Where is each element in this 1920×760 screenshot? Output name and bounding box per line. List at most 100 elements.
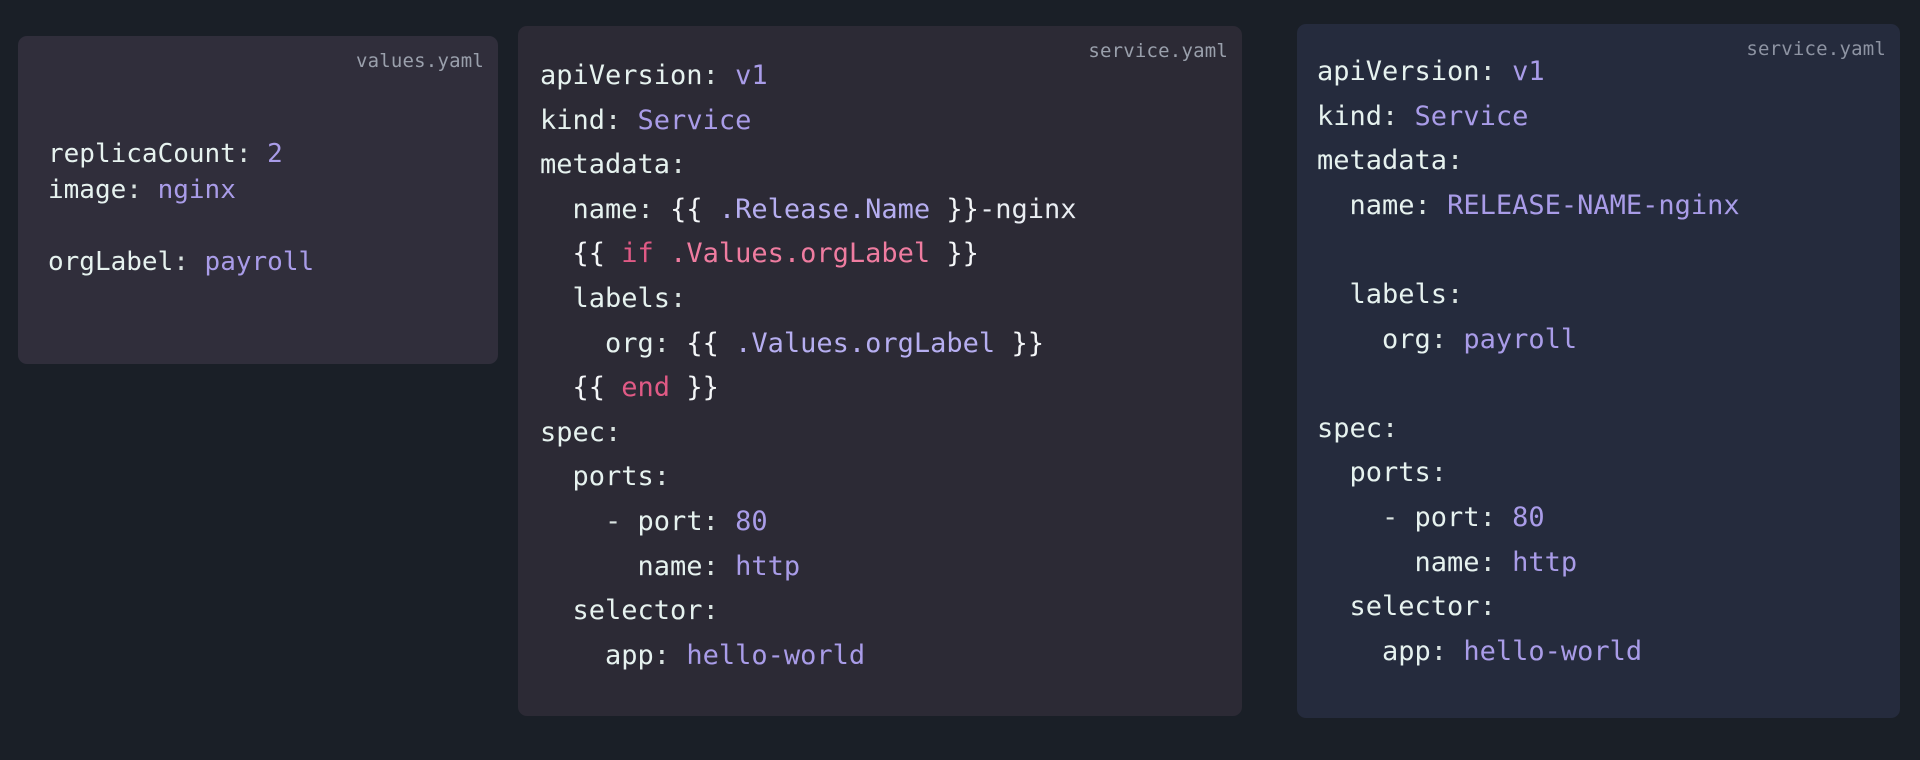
code-token: name [540, 550, 703, 582]
code-line: {{ end }} [540, 366, 1077, 411]
code-line: metadata: [1317, 139, 1740, 184]
code-line: metadata: [540, 143, 1077, 188]
code-token: }} [930, 193, 979, 225]
code-token: ports [1317, 457, 1431, 489]
code-token: end [621, 372, 671, 404]
code-line: kind: Service [540, 99, 1077, 144]
code-token: : [653, 327, 687, 359]
code-token: - [540, 505, 638, 537]
code-token: : [1447, 145, 1464, 177]
code-token: Service [1414, 100, 1529, 132]
code-line: apiVersion: v1 [1317, 50, 1740, 95]
code-token: : [1414, 189, 1448, 221]
code-block-values: replicaCount: 2image: nginx​orgLabel: pa… [48, 136, 314, 280]
code-line: apiVersion: v1 [540, 54, 1077, 99]
filename-label-rendered: service.yaml [1746, 38, 1886, 60]
code-line: spec: [1317, 407, 1740, 452]
code-token: hello-world [1463, 635, 1643, 667]
code-token: - [1317, 501, 1415, 533]
code-token: : [1430, 635, 1464, 667]
code-line: orgLabel: payroll [48, 244, 314, 280]
filename-label-template: service.yaml [1088, 40, 1228, 62]
screenshot-stage: values.yaml replicaCount: 2image: nginx​… [0, 0, 1920, 760]
code-token: kind [540, 104, 606, 136]
code-block-template: apiVersion: v1 kind: Service metadata: nam… [540, 54, 1077, 678]
code-token: 80 [735, 505, 768, 537]
code-line: ports: [1317, 451, 1740, 496]
code-token: http [1512, 546, 1578, 578]
code-line: name: http [1317, 541, 1740, 586]
panel-service-template: service.yaml apiVersion: v1 kind: Service… [518, 26, 1242, 716]
code-token: metadata [540, 149, 671, 181]
code-token: org [1317, 323, 1431, 355]
code-token: Service [637, 104, 752, 136]
code-token: selector [1317, 591, 1480, 623]
code-token: : [702, 60, 736, 91]
panel-values-yaml: values.yaml replicaCount: 2image: nginx​… [18, 36, 498, 364]
code-token: .Values.orgLabel [670, 238, 931, 270]
code-line: ports: [540, 455, 1077, 500]
code-token: app [1317, 635, 1431, 667]
code-token: if [621, 238, 654, 270]
code-token: : [1479, 501, 1513, 533]
code-token: selector [540, 595, 703, 627]
code-token: payroll [1463, 323, 1578, 355]
code-line: labels: [540, 277, 1077, 322]
code-line: app: hello-world [540, 634, 1077, 679]
code-line: replicaCount: 2 [48, 136, 314, 172]
code-token: replicaCount [48, 139, 236, 169]
code-token: : [702, 595, 719, 627]
code-token: v1 [1512, 56, 1545, 87]
code-token: : [173, 247, 205, 277]
code-token: .Values.orgLabel [735, 327, 996, 359]
code-token: : [605, 416, 622, 448]
code-token: : [1382, 100, 1415, 132]
code-token: app [540, 639, 654, 671]
code-token: 2 [267, 139, 283, 169]
code-token: : [1430, 457, 1448, 489]
code-line: {{ if .Values.orgLabel }} [540, 232, 1077, 277]
code-token: labels [1317, 278, 1448, 310]
code-token: hello-world [686, 639, 866, 671]
code-token: : [1479, 56, 1513, 87]
code-token: : [126, 175, 158, 205]
code-token: : [605, 104, 638, 136]
code-token: apiVersion [1317, 56, 1480, 87]
code-token: : [1479, 546, 1513, 578]
code-token: {{ [572, 238, 622, 270]
code-token: metadata [1317, 145, 1448, 177]
code-line: labels: [1317, 273, 1740, 318]
code-token: orgLabel [48, 247, 174, 277]
code-line: ​ [48, 208, 314, 244]
code-token: : [1382, 412, 1399, 444]
code-token: port [637, 505, 703, 537]
code-line: app: hello-world [1317, 630, 1740, 675]
code-line: ​ [1317, 228, 1740, 273]
code-token: spec [540, 416, 606, 448]
code-token: org [540, 327, 654, 359]
code-line: ​ [1317, 362, 1740, 407]
code-line: image: nginx [48, 172, 314, 208]
code-token: .Release.Name [718, 193, 931, 225]
code-token: labels [540, 282, 671, 314]
code-token: image [48, 175, 127, 205]
code-line: name: http [540, 545, 1077, 590]
code-line: name: RELEASE-NAME-nginx [1317, 184, 1740, 229]
code-token: : [670, 149, 687, 181]
code-token: {{ [686, 327, 736, 359]
code-token: {{ [670, 193, 719, 225]
code-line: - port: 80 [540, 500, 1077, 545]
code-token: : [235, 139, 268, 169]
code-line: selector: [540, 589, 1077, 634]
code-token: apiVersion [540, 60, 703, 91]
code-line: name: {{ .Release.Name }}-nginx [540, 188, 1077, 233]
code-line: org: {{ .Values.orgLabel }} [540, 322, 1077, 367]
code-token: 80 [1512, 501, 1545, 533]
code-token: : [637, 193, 671, 225]
code-token: : [653, 639, 687, 671]
code-token: : [702, 505, 736, 537]
code-line: kind: Service [1317, 95, 1740, 140]
